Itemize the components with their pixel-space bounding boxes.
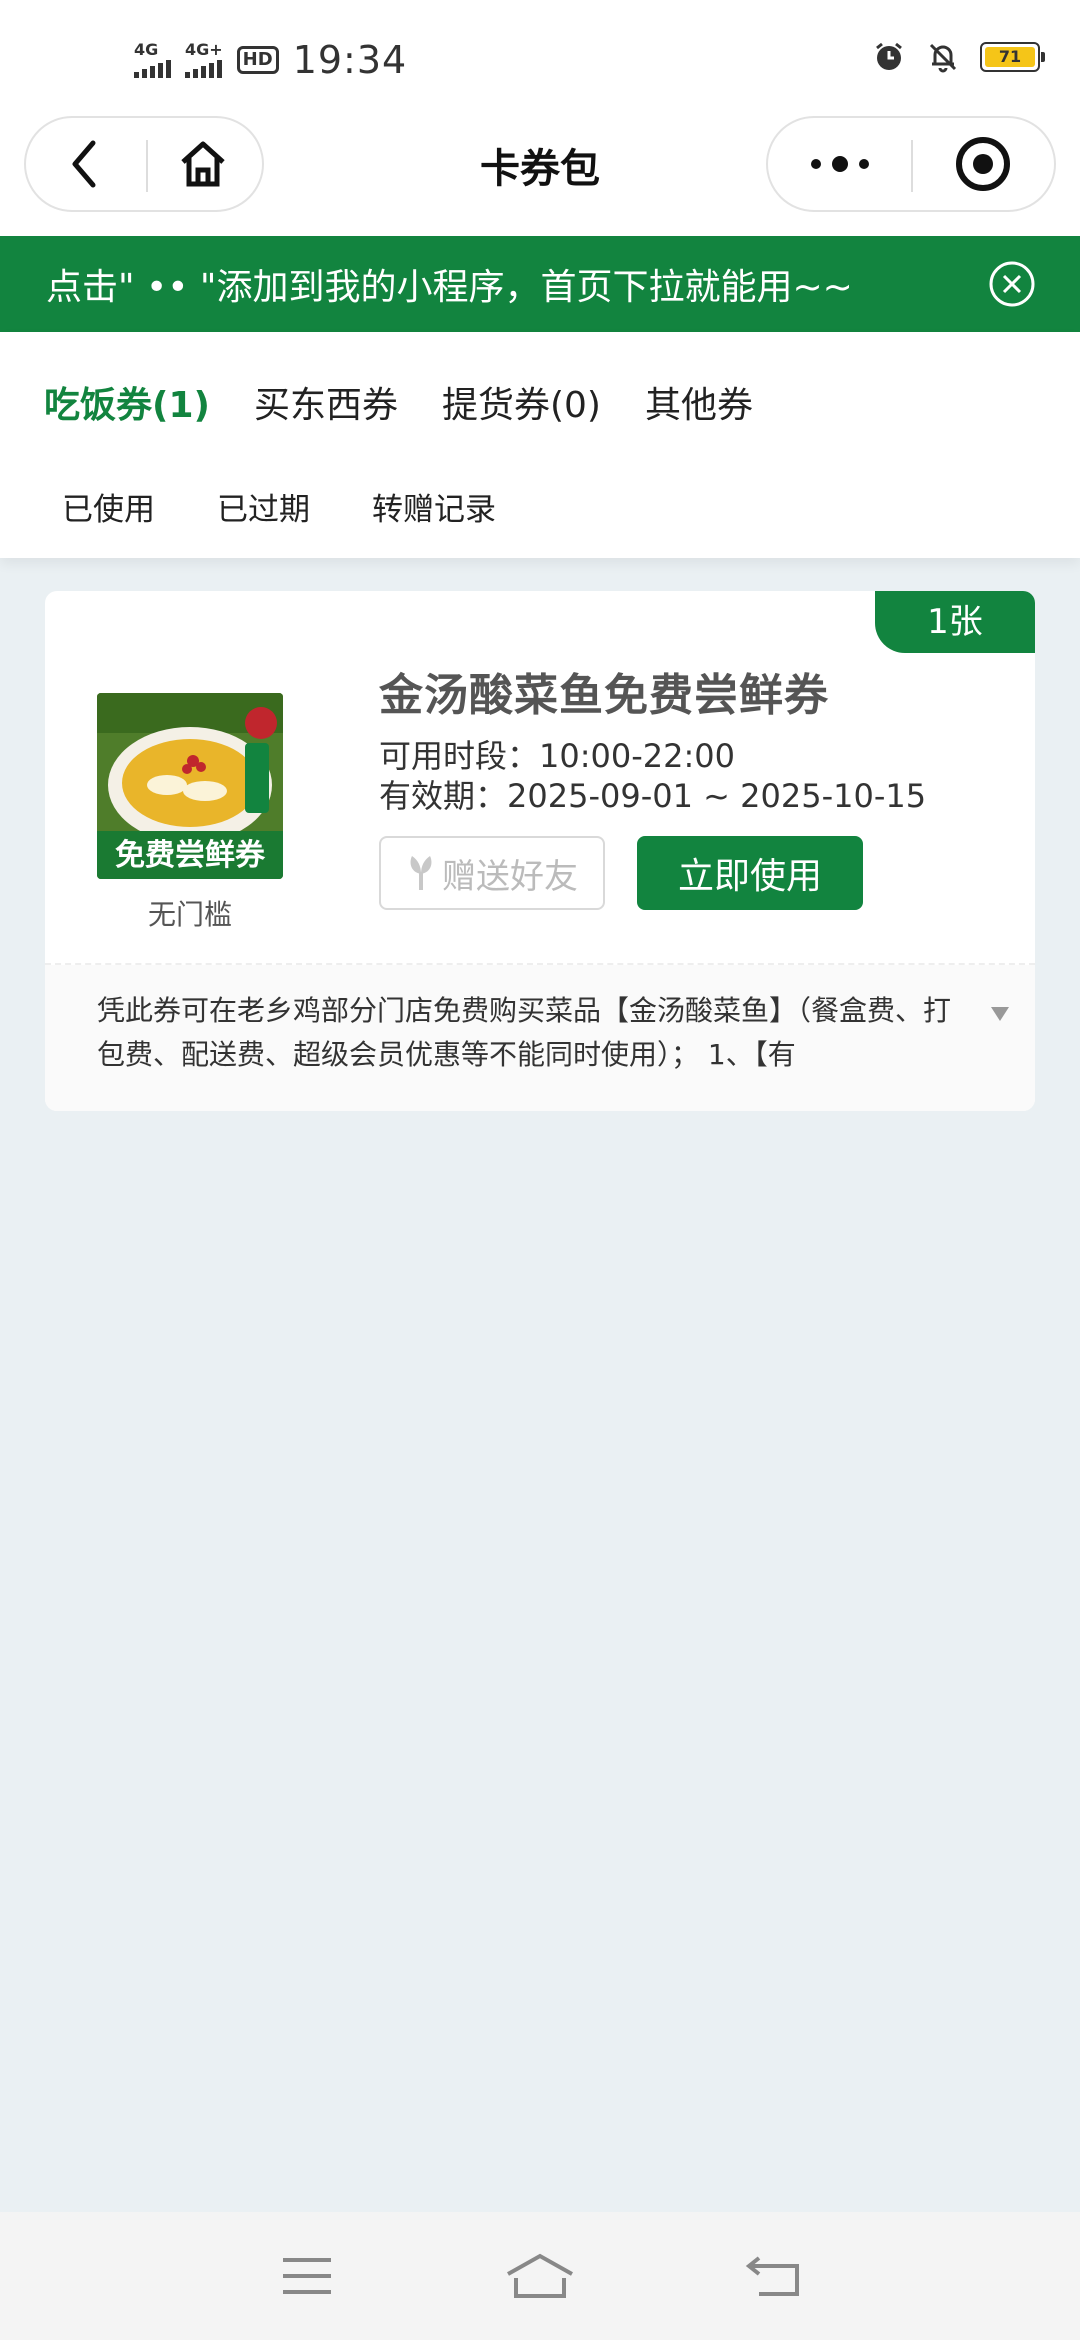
signal-1: 4G [134, 42, 171, 78]
gift-to-friend-button[interactable]: 赠送好友 [379, 836, 605, 910]
network-label-1: 4G [134, 40, 159, 59]
signal-bars-icon [134, 60, 171, 78]
filter-links: 已使用 已过期 转赠记录 [62, 484, 496, 529]
validity-period: 有效期：2025-09-01 ~ 2025-10-15 [379, 777, 927, 815]
hd-icon: HD [236, 46, 279, 74]
tab-pickup-coupons[interactable]: 提货券(0) [442, 376, 601, 428]
more-dots-icon [810, 156, 869, 172]
close-circle-icon [989, 261, 1035, 307]
header: 卡券包 [0, 116, 1080, 236]
tabs-area: 吃饭券(1) 买东西券 提货券(0) 其他券 已使用 已过期 转赠记录 [0, 332, 1080, 558]
coupon-description-area[interactable]: 凭此券可在老乡鸡部分门店免费购买菜品【金汤酸菜鱼】（餐盒费、打包费、配送费、超级… [45, 965, 1035, 1111]
coupon-description: 凭此券可在老乡鸡部分门店免费购买菜品【金汤酸菜鱼】（餐盒费、打包费、配送费、超级… [97, 994, 952, 1071]
back-nav-button[interactable] [733, 2246, 813, 2306]
status-bar: 4G 4G+ HD 19:34 71 [0, 0, 1080, 116]
battery-icon: 71 [980, 42, 1045, 72]
expired-link[interactable]: 已过期 [217, 484, 310, 529]
fish-dish-image: 免费尝鲜券 [97, 693, 283, 879]
tab-shopping-coupons[interactable]: 买东西券 [254, 376, 398, 428]
more-button[interactable] [768, 118, 911, 210]
gift-leaf-icon [410, 856, 432, 890]
banner-close-button[interactable] [988, 260, 1036, 317]
expand-triangle-icon[interactable] [989, 1005, 1011, 1023]
battery-level: 71 [985, 47, 1035, 67]
gift-button-label: 赠送好友 [442, 856, 578, 897]
clock: 19:34 [292, 38, 408, 82]
menu-icon [282, 2258, 331, 2294]
network-label-2: 4G+ [185, 40, 223, 59]
category-tabs: 吃饭券(1) 买东西券 提货券(0) 其他券 [44, 376, 753, 428]
capsule-divider [911, 140, 913, 192]
alarm-icon [876, 42, 902, 70]
coupon-image: 免费尝鲜券 [97, 693, 283, 879]
mute-bell-icon [929, 43, 957, 73]
back-return-icon [746, 2256, 800, 2296]
signal-2: 4G+ [185, 42, 223, 78]
threshold-label: 无门槛 [147, 898, 232, 931]
gift-history-link[interactable]: 转赠记录 [372, 484, 496, 529]
coupon-image-caption: 免费尝鲜券 [115, 838, 266, 873]
coupon-card[interactable]: 1张 免费尝鲜券 无门槛 金汤酸菜鱼免费尝鲜券 可用时段：10:00-22:00… [45, 591, 1035, 1111]
home-nav-button[interactable] [500, 2246, 580, 2306]
signal-bars-icon [185, 60, 222, 78]
coupon-title: 金汤酸菜鱼免费尝鲜券 [379, 670, 829, 721]
tab-other-coupons[interactable]: 其他券 [645, 376, 753, 428]
used-link[interactable]: 已使用 [62, 484, 155, 529]
exit-button[interactable] [911, 118, 1054, 210]
menu-nav-button[interactable] [267, 2246, 347, 2306]
use-now-button[interactable]: 立即使用 [637, 836, 863, 910]
coupon-count-badge: 1张 [875, 591, 1035, 653]
tab-meal-coupons[interactable]: 吃饭券(1) [44, 376, 210, 428]
home-outline-icon [507, 2253, 573, 2298]
banner-text: 点击" •• "添加到我的小程序，首页下拉就能用~~ [46, 267, 853, 308]
add-miniprogram-banner: 点击" •• "添加到我的小程序，首页下拉就能用~~ [0, 236, 1080, 332]
status-left: 4G 4G+ HD 19:34 [134, 36, 407, 84]
target-icon [955, 137, 1010, 191]
system-nav-bar [0, 2212, 1080, 2340]
menu-capsule [766, 116, 1056, 212]
status-right: 71 [872, 40, 1045, 74]
